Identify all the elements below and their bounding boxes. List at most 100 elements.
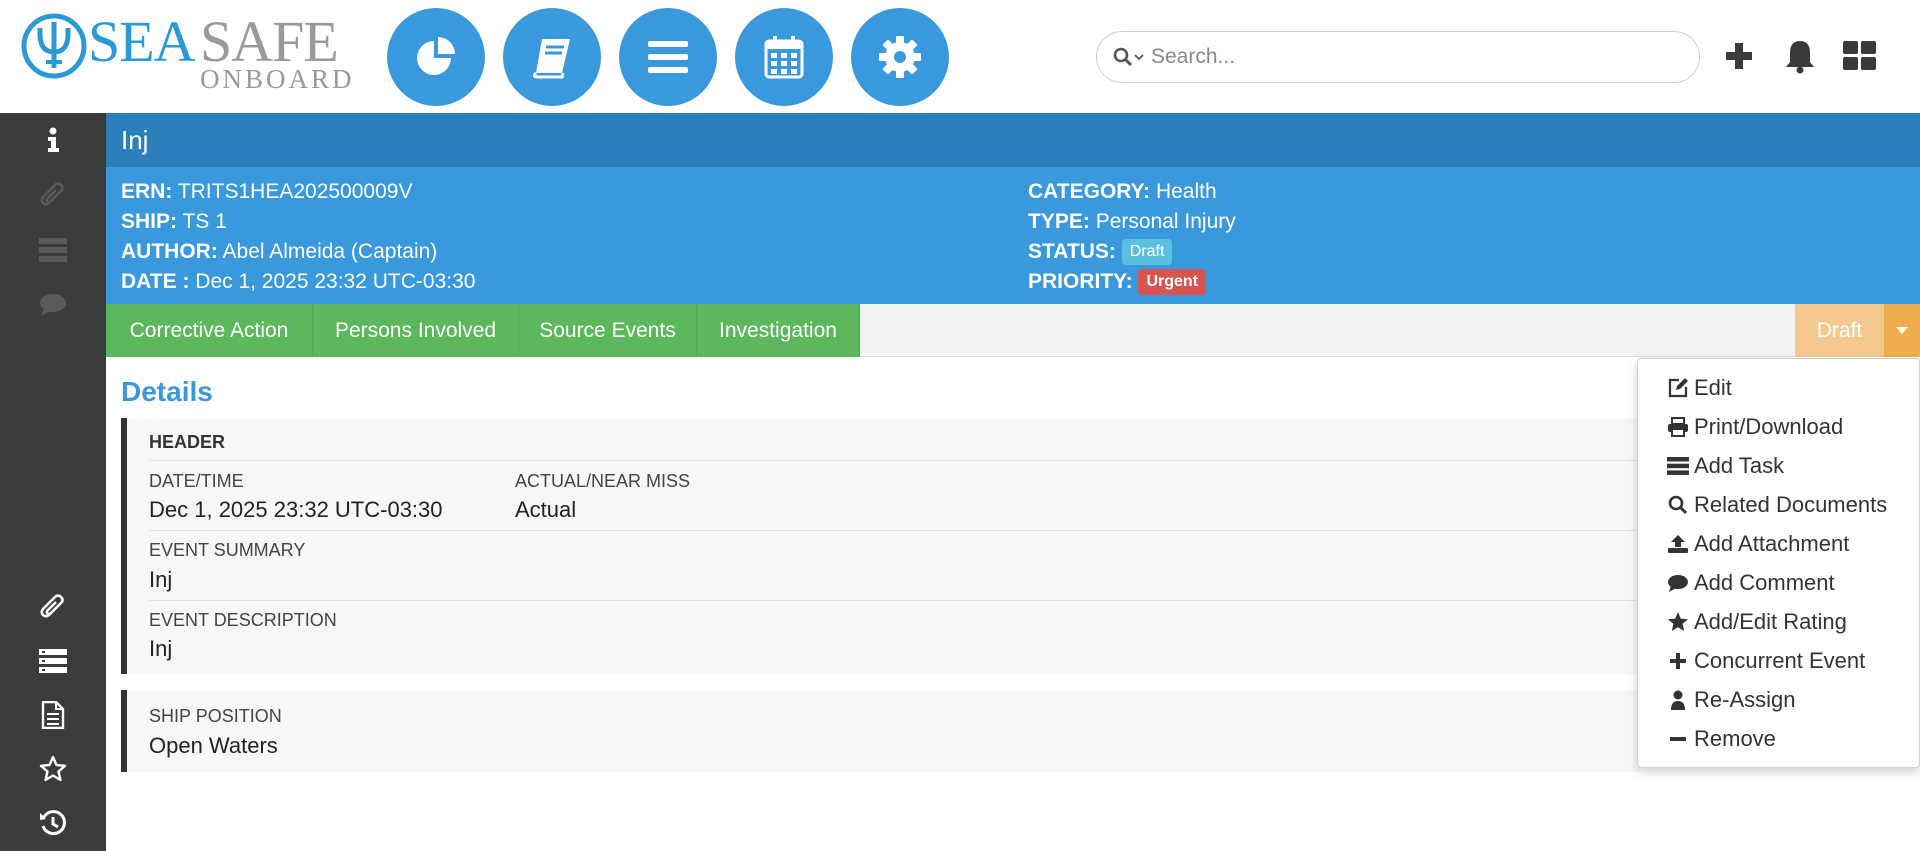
actions-dropdown-menu: Edit Print/Download Add Task Related Doc… [1637, 358, 1920, 768]
actual-near-miss-label: ACTUAL/NEAR MISS [515, 471, 691, 491]
sidebar [0, 113, 106, 851]
calendar-icon [764, 36, 804, 79]
plus-icon [1670, 653, 1686, 669]
status-dropdown-toggle[interactable] [1884, 304, 1920, 357]
menu-item-label: Add Comment [1694, 570, 1835, 595]
tab-corrective-action[interactable]: Corrective Action [106, 304, 313, 357]
priority-badge: Urgent [1138, 269, 1207, 296]
ern-row: ERN: TRITS1HEA202500009V [121, 177, 475, 207]
sidebar-attachments-button[interactable] [33, 587, 73, 627]
user-icon [1671, 690, 1685, 710]
category-label: CATEGORY: [1028, 180, 1151, 203]
menu-item-label: Edit [1694, 375, 1732, 400]
book-icon [532, 39, 570, 79]
seasafe-logo[interactable]: SEA SAFE ONBOARD [20, 9, 352, 94]
menu-item-add-edit-rating[interactable]: Add/Edit Rating [1666, 605, 1847, 639]
paperclip-icon [40, 182, 64, 206]
add-button[interactable] [1719, 36, 1759, 76]
menu-item-print-download[interactable]: Print/Download [1666, 410, 1843, 444]
logo-text-onboard: ONBOARD [200, 64, 355, 94]
ship-position-value: Open Waters [149, 733, 278, 758]
menu-item-label: Add Attachment [1694, 531, 1850, 556]
actual-near-miss-value: Actual [515, 497, 577, 522]
menu-item-label: Re-Assign [1694, 687, 1796, 712]
header-section-title: HEADER [149, 432, 226, 452]
edit-icon [1668, 378, 1688, 398]
caret-down-icon [1896, 326, 1908, 334]
ship-row: SHIP: TS 1 [121, 207, 475, 237]
menu-lines-icon [648, 41, 688, 73]
nav-calendar-button[interactable] [735, 8, 833, 106]
notifications-button[interactable] [1780, 36, 1820, 76]
menu-item-label: Add Task [1694, 453, 1785, 478]
paperclip-icon [40, 594, 64, 618]
menu-item-re-assign[interactable]: Re-Assign [1666, 683, 1795, 717]
sidebar-documents-button[interactable] [33, 695, 73, 735]
ship-position-panel: SHIP POSITION Open Waters [121, 690, 1641, 772]
priority-row: PRIORITY: Urgent [1028, 267, 1236, 297]
tab-investigation[interactable]: Investigation [697, 304, 860, 357]
menu-item-concurrent-event[interactable]: Concurrent Event [1666, 644, 1865, 678]
tasks-icon [39, 649, 67, 673]
tab-persons-involved[interactable]: Persons Involved [313, 304, 519, 357]
apps-button[interactable] [1840, 36, 1880, 76]
divider [149, 600, 1641, 601]
nav-settings-button[interactable] [851, 8, 949, 106]
status-badge: Draft [1121, 239, 1173, 266]
pie-chart-icon [417, 37, 455, 75]
tab-source-events[interactable]: Source Events [519, 304, 697, 357]
bell-icon [1786, 41, 1814, 74]
search-box[interactable] [1096, 31, 1700, 83]
author-row: AUTHOR: Abel Almeida (Captain) [121, 237, 475, 267]
event-description-value: Inj [149, 636, 173, 661]
header-panel: HEADER DATE/TIME Dec 1, 2025 23:32 UTC-0… [121, 418, 1641, 674]
star-icon [1668, 612, 1688, 631]
history-icon [40, 810, 66, 836]
sidebar-history-button[interactable] [33, 803, 73, 843]
comment-icon [40, 294, 66, 316]
menu-item-label: Related Documents [1694, 492, 1888, 517]
status-draft-button[interactable]: Draft [1795, 304, 1884, 357]
author-value: Abel Almeida (Captain) [222, 240, 438, 263]
menu-item-add-comment[interactable]: Add Comment [1666, 566, 1835, 600]
comment-icon [1668, 575, 1688, 592]
search-input[interactable] [1151, 45, 1671, 69]
status-row: STATUS: Draft [1028, 237, 1236, 267]
nav-dashboard-button[interactable] [387, 8, 485, 106]
datetime-label: DATE/TIME [149, 471, 244, 491]
chevron-down-icon [1134, 54, 1144, 61]
logo-text-sea: SEA [88, 9, 196, 74]
trident-emblem-icon [21, 13, 87, 79]
event-description-label: EVENT DESCRIPTION [149, 610, 337, 630]
sidebar-attachment-disabled [33, 175, 73, 215]
ship-value: TS 1 [182, 210, 227, 233]
sidebar-rating-button[interactable] [33, 749, 73, 789]
menu-item-label: Add/Edit Rating [1694, 609, 1847, 634]
nav-list-button[interactable] [619, 8, 717, 106]
author-label: AUTHOR: [121, 240, 218, 263]
divider [149, 530, 1641, 531]
menu-item-add-task[interactable]: Add Task [1666, 449, 1784, 483]
search-scope-dropdown[interactable] [1113, 45, 1147, 69]
event-summary-value: Inj [149, 567, 173, 592]
menu-item-related-documents[interactable]: Related Documents [1666, 488, 1887, 522]
sidebar-info-button[interactable] [33, 120, 73, 160]
ern-label: ERN: [121, 180, 173, 203]
menu-item-edit[interactable]: Edit [1666, 371, 1732, 405]
nav-library-button[interactable] [503, 8, 601, 106]
info-icon [48, 127, 59, 152]
menu-item-label: Concurrent Event [1694, 648, 1866, 673]
menu-item-remove[interactable]: Remove [1666, 722, 1776, 756]
ship-label: SHIP: [121, 210, 178, 233]
gear-icon [879, 36, 921, 78]
search-icon [1668, 495, 1688, 515]
category-value: Health [1155, 180, 1217, 203]
sidebar-tasks-button[interactable] [33, 641, 73, 681]
upload-icon [1668, 535, 1688, 553]
date-row: DATE : Dec 1, 2025 23:32 UTC-03:30 [121, 267, 475, 297]
menu-item-add-attachment[interactable]: Add Attachment [1666, 527, 1849, 561]
menu-item-label: Remove [1694, 726, 1776, 751]
type-value: Personal Injury [1095, 210, 1236, 233]
tasks-icon [1667, 457, 1689, 475]
info-column-right: CATEGORY: Health TYPE: Personal Injury S… [1028, 177, 1236, 297]
